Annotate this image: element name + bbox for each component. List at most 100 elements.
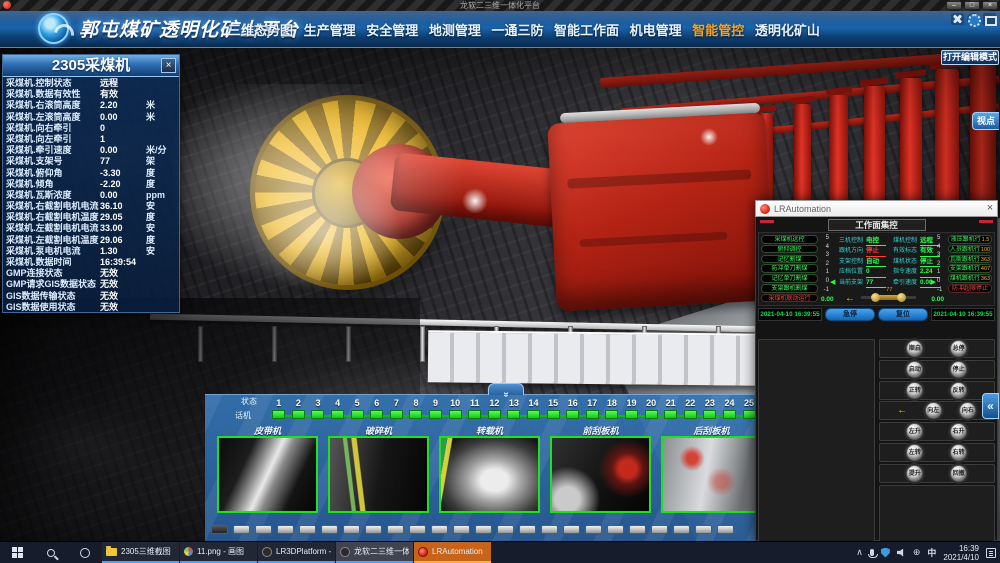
control-button[interactable]: 提升 bbox=[906, 465, 923, 482]
cortana-button[interactable] bbox=[68, 542, 102, 563]
camera-feed[interactable] bbox=[217, 436, 318, 513]
support-status-square[interactable] bbox=[527, 410, 540, 419]
support-status-square[interactable] bbox=[723, 410, 736, 419]
mode-button[interactable]: 人员跟机行100 bbox=[948, 245, 992, 254]
support-status-square[interactable] bbox=[351, 410, 364, 419]
status-cell: 支架控制自动 bbox=[839, 257, 893, 267]
scale-tick: 1 bbox=[820, 268, 829, 277]
control-button[interactable]: 左升 bbox=[906, 423, 923, 440]
support-status-square[interactable] bbox=[645, 410, 658, 419]
support-status-square[interactable] bbox=[684, 410, 697, 419]
lrautomation-close-icon[interactable]: × bbox=[983, 201, 997, 216]
control-button[interactable]: 顺启 bbox=[906, 340, 923, 357]
emergency-stop-button[interactable]: 急停 bbox=[825, 308, 875, 321]
taskbar-item[interactable]: 龙软二三维一体化... bbox=[336, 542, 413, 563]
speaker-icon[interactable] bbox=[897, 549, 906, 557]
minimize-button[interactable]: – bbox=[946, 1, 962, 10]
support-status-square[interactable] bbox=[743, 410, 756, 419]
mode-button[interactable]: 瓦斯跟机行363 bbox=[948, 255, 992, 264]
control-button[interactable]: 反转 bbox=[950, 382, 967, 399]
nav-item[interactable]: 透明化矿山 bbox=[755, 20, 820, 39]
taskbar-item[interactable]: 11.png - 画图 bbox=[180, 542, 257, 563]
panel-expand-chevron[interactable]: » bbox=[488, 383, 524, 395]
support-status-square[interactable] bbox=[409, 410, 422, 419]
mode-button[interactable]: 记忆单刀割煤 bbox=[761, 274, 818, 283]
nav-item[interactable]: 安全管理 bbox=[366, 20, 418, 39]
support-status-square[interactable] bbox=[703, 410, 716, 419]
support-status-square[interactable] bbox=[272, 410, 285, 419]
nav-item[interactable]: 智能管控 bbox=[692, 20, 744, 39]
control-button[interactable]: 向右 bbox=[959, 402, 976, 419]
nav-item[interactable]: 机电管理 bbox=[630, 20, 682, 39]
camera-feed[interactable] bbox=[661, 436, 757, 513]
restore-view-icon[interactable] bbox=[983, 13, 996, 25]
network-icon[interactable]: ⊕ bbox=[913, 547, 921, 558]
support-status-square[interactable] bbox=[311, 410, 324, 419]
mode-button[interactable]: 支架跟机行407 bbox=[948, 264, 992, 273]
tools-icon[interactable] bbox=[951, 13, 964, 25]
support-status-square[interactable] bbox=[625, 410, 638, 419]
support-status-square[interactable] bbox=[292, 410, 305, 419]
defender-shield-icon[interactable] bbox=[881, 548, 890, 558]
control-button[interactable]: 总停 bbox=[950, 340, 967, 357]
camera-feed[interactable] bbox=[439, 436, 540, 513]
control-button[interactable]: 启动 bbox=[906, 361, 923, 378]
ime-indicator[interactable]: 中 bbox=[927, 546, 936, 559]
support-status-square[interactable] bbox=[468, 410, 481, 419]
gear-icon[interactable] bbox=[967, 13, 980, 25]
support-status-square[interactable] bbox=[605, 410, 618, 419]
mode-button[interactable]: 防冲超限停止 bbox=[948, 284, 992, 293]
clock[interactable]: 16:39 2021/4/10 bbox=[943, 544, 979, 562]
support-status-square[interactable] bbox=[449, 410, 462, 419]
support-status-square[interactable] bbox=[547, 410, 560, 419]
control-button[interactable]: 正转 bbox=[906, 382, 923, 399]
mode-button[interactable]: 液压跟机行1.5 bbox=[948, 235, 992, 244]
start-button[interactable] bbox=[0, 542, 34, 563]
position-gauge[interactable]: 77 bbox=[861, 296, 916, 299]
viewpoint-tab[interactable]: 视点 bbox=[972, 112, 999, 130]
mode-button[interactable]: 防冲单刀割煤 bbox=[761, 264, 818, 273]
nav-item[interactable]: 生产管理 bbox=[304, 20, 356, 39]
reset-button[interactable]: 复位 bbox=[878, 308, 928, 321]
nav-item[interactable]: 地测管理 bbox=[429, 20, 481, 39]
control-button[interactable]: 向左 bbox=[925, 402, 942, 419]
nav-item[interactable]: 三维态势图 bbox=[228, 20, 293, 39]
collapse-panel-chevron[interactable]: « bbox=[982, 393, 999, 419]
workface-control-tab[interactable]: 工作面集控 bbox=[828, 219, 926, 231]
microphone-icon[interactable] bbox=[870, 549, 874, 556]
mode-button[interactable]: 煤机跟机行363 bbox=[948, 274, 992, 283]
mode-button[interactable]: 采煤机远控 bbox=[761, 235, 818, 244]
control-button[interactable]: 右转 bbox=[950, 444, 967, 461]
search-button[interactable] bbox=[34, 542, 68, 563]
support-status-square[interactable] bbox=[331, 410, 344, 419]
support-status-square[interactable] bbox=[566, 410, 579, 419]
control-button[interactable]: 停止 bbox=[950, 361, 967, 378]
tray-chevron-icon[interactable]: ∧ bbox=[856, 547, 863, 558]
open-edit-mode-button[interactable]: 打开编辑模式 bbox=[941, 50, 999, 65]
support-status-square[interactable] bbox=[586, 410, 599, 419]
panel-close-icon[interactable]: × bbox=[161, 58, 176, 73]
mode-button[interactable]: 记忆割煤 bbox=[761, 255, 818, 264]
taskbar-item[interactable]: LRAutomation bbox=[414, 542, 491, 563]
nav-item[interactable]: 智能工作面 bbox=[554, 20, 619, 39]
maximize-button[interactable]: □ bbox=[964, 1, 980, 10]
support-status-square[interactable] bbox=[390, 410, 403, 419]
support-status-square[interactable] bbox=[507, 410, 520, 419]
support-status-square[interactable] bbox=[488, 410, 501, 419]
mode-button[interactable]: 俯仰调控 bbox=[761, 245, 818, 254]
mode-button[interactable]: 支架跟机割煤 bbox=[761, 284, 818, 293]
support-status-square[interactable] bbox=[664, 410, 677, 419]
support-status-square[interactable] bbox=[429, 410, 442, 419]
nav-item[interactable]: 一通三防 bbox=[491, 20, 543, 39]
mode-button[interactable]: 采煤机联动运行 bbox=[761, 294, 818, 303]
camera-feed[interactable] bbox=[328, 436, 429, 513]
support-status-square[interactable] bbox=[370, 410, 383, 419]
control-button[interactable]: 回撤 bbox=[950, 465, 967, 482]
notification-icon[interactable] bbox=[986, 548, 996, 558]
close-button[interactable]: × bbox=[982, 1, 998, 10]
camera-feed[interactable] bbox=[550, 436, 651, 513]
control-button[interactable]: 右升 bbox=[950, 423, 967, 440]
taskbar-item[interactable]: LR3DPlatform - U... bbox=[258, 542, 335, 563]
control-button[interactable]: 左转 bbox=[906, 444, 923, 461]
taskbar-item[interactable]: 2305三维截图 bbox=[102, 542, 179, 563]
